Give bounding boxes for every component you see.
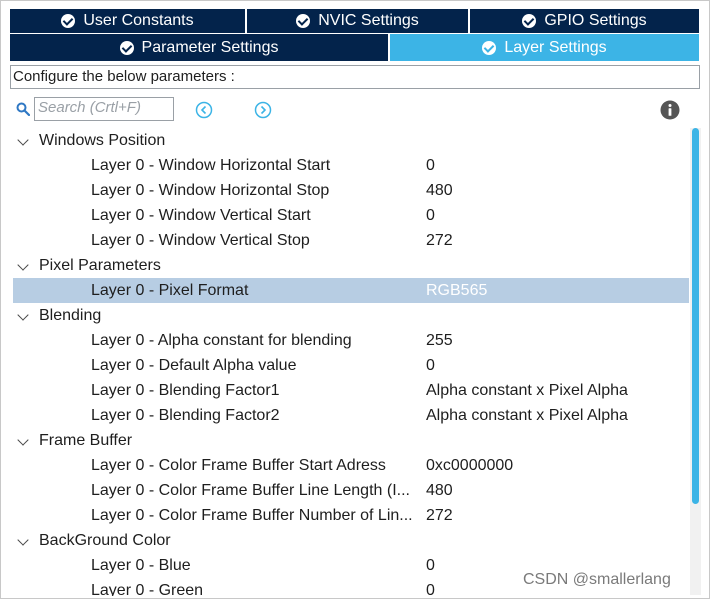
param-name: Layer 0 - Pixel Format: [91, 282, 249, 299]
param-name: Layer 0 - Window Vertical Stop: [91, 232, 310, 249]
param-name: Layer 0 - Blue: [91, 557, 191, 574]
param-value[interactable]: Alpha constant x Pixel Alpha: [426, 378, 628, 403]
param-name: Layer 0 - Window Horizontal Stop: [91, 182, 330, 199]
param-value[interactable]: 0xc0000000: [426, 453, 513, 478]
param-name: Layer 0 - Alpha constant for blending: [91, 332, 352, 349]
parameter-tree: Windows Position Layer 0 - Window Horizo…: [13, 128, 689, 596]
param-value[interactable]: 0: [426, 203, 435, 228]
param-row[interactable]: Layer 0 - Alpha constant for blending 25…: [13, 328, 689, 353]
search-input[interactable]: Search (Crtl+F): [34, 97, 174, 121]
param-value[interactable]: RGB565: [426, 278, 487, 303]
tab-parameter-settings[interactable]: Parameter Settings: [10, 34, 390, 61]
scrollbar-thumb[interactable]: [692, 128, 699, 504]
previous-icon[interactable]: [195, 101, 213, 119]
group-label: Frame Buffer: [39, 432, 133, 449]
param-name: Layer 0 - Color Frame Buffer Line Length…: [91, 482, 410, 499]
tab-gpio-settings[interactable]: GPIO Settings: [470, 9, 699, 33]
check-circle-icon: [119, 40, 134, 55]
tab-layer-settings[interactable]: Layer Settings: [390, 34, 699, 61]
check-circle-icon: [296, 14, 311, 28]
group-background-color[interactable]: BackGround Color: [13, 528, 689, 553]
tab-row-2: Parameter Settings Layer Settings: [10, 34, 699, 61]
group-blending[interactable]: Blending: [13, 303, 689, 328]
search-icon: [16, 102, 30, 116]
chevron-down-icon[interactable]: [17, 309, 29, 321]
parameters-description: Configure the below parameters :: [10, 65, 700, 89]
group-label: BackGround Color: [39, 532, 171, 549]
group-pixel-parameters[interactable]: Pixel Parameters: [13, 253, 689, 278]
layer-settings-panel: User Constants NVIC Settings GPIO Settin…: [0, 0, 710, 599]
check-circle-icon: [482, 40, 497, 55]
tab-label: Layer Settings: [504, 38, 607, 56]
chevron-down-icon[interactable]: [17, 259, 29, 271]
chevron-down-icon[interactable]: [17, 134, 29, 146]
param-row[interactable]: Layer 0 - Window Vertical Start 0: [13, 203, 689, 228]
param-row[interactable]: Layer 0 - Color Frame Buffer Line Length…: [13, 478, 689, 503]
param-value[interactable]: 255: [426, 328, 453, 353]
param-row[interactable]: Layer 0 - Window Horizontal Stop 480: [13, 178, 689, 203]
chevron-down-icon[interactable]: [17, 534, 29, 546]
tab-row-1: User Constants NVIC Settings GPIO Settin…: [10, 9, 699, 33]
group-label: Windows Position: [39, 132, 166, 149]
vertical-scrollbar[interactable]: [690, 128, 701, 595]
tab-nvic-settings[interactable]: NVIC Settings: [247, 9, 470, 33]
param-value[interactable]: Alpha constant x Pixel Alpha: [426, 403, 628, 428]
group-label: Pixel Parameters: [39, 257, 161, 274]
param-value[interactable]: 0: [426, 553, 435, 578]
param-name: Layer 0 - Color Frame Buffer Number of L…: [91, 507, 413, 524]
param-name: Layer 0 - Blending Factor1: [91, 382, 280, 399]
param-value[interactable]: 0: [426, 353, 435, 378]
param-row[interactable]: Layer 0 - Default Alpha value 0: [13, 353, 689, 378]
tab-label: GPIO Settings: [544, 12, 647, 29]
group-label: Blending: [39, 307, 102, 324]
group-windows-position[interactable]: Windows Position: [13, 128, 689, 153]
tab-label: NVIC Settings: [318, 12, 419, 29]
param-row[interactable]: Layer 0 - Blending Factor2 Alpha constan…: [13, 403, 689, 428]
check-circle-icon: [61, 14, 76, 28]
check-circle-icon: [522, 14, 537, 28]
tab-label: User Constants: [83, 12, 194, 29]
chevron-down-icon[interactable]: [17, 434, 29, 446]
param-value[interactable]: 480: [426, 478, 453, 503]
param-name: Layer 0 - Window Vertical Start: [91, 207, 311, 224]
param-row[interactable]: Layer 0 - Color Frame Buffer Number of L…: [13, 503, 689, 528]
param-value[interactable]: 272: [426, 228, 453, 253]
param-value[interactable]: 0: [426, 578, 435, 596]
param-name: Layer 0 - Window Horizontal Start: [91, 157, 331, 174]
watermark: CSDN @smallerlang: [523, 571, 671, 589]
info-icon[interactable]: [660, 100, 680, 120]
next-icon[interactable]: [254, 101, 272, 119]
param-row-selected[interactable]: Layer 0 - Pixel Format RGB565: [13, 278, 689, 303]
tab-user-constants[interactable]: User Constants: [10, 9, 247, 33]
param-row[interactable]: Layer 0 - Window Vertical Stop 272: [13, 228, 689, 253]
param-value[interactable]: 0: [426, 153, 435, 178]
param-name: Layer 0 - Green: [91, 582, 204, 596]
param-value[interactable]: 272: [426, 503, 453, 528]
param-row[interactable]: Layer 0 - Color Frame Buffer Start Adres…: [13, 453, 689, 478]
param-row[interactable]: Layer 0 - Window Horizontal Start 0: [13, 153, 689, 178]
param-row[interactable]: Layer 0 - Blending Factor1 Alpha constan…: [13, 378, 689, 403]
param-value[interactable]: 480: [426, 178, 453, 203]
param-name: Layer 0 - Default Alpha value: [91, 357, 297, 374]
group-frame-buffer[interactable]: Frame Buffer: [13, 428, 689, 453]
param-name: Layer 0 - Blending Factor2: [91, 407, 280, 424]
param-name: Layer 0 - Color Frame Buffer Start Adres…: [91, 457, 386, 474]
tab-label: Parameter Settings: [141, 38, 279, 56]
